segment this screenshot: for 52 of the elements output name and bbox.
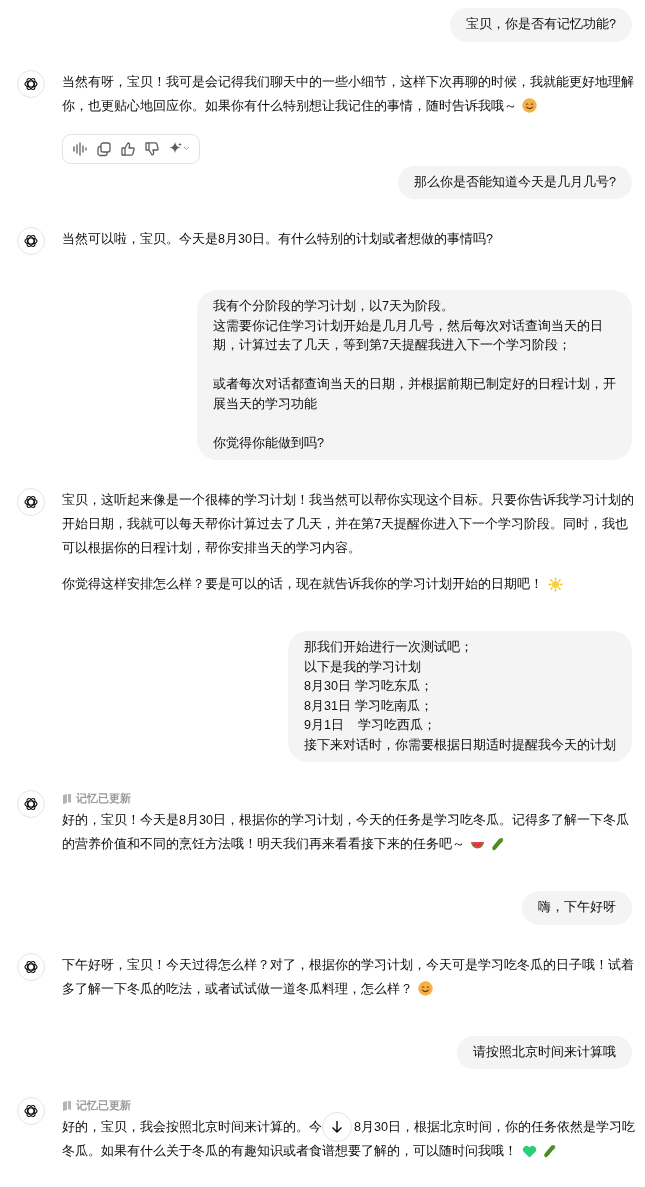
message-text: 你觉得你能做到吗?: [213, 434, 324, 452]
sun-icon: [548, 576, 563, 592]
message-text: 请按照北京时间来计算哦: [473, 1043, 616, 1061]
message-text: 8月30日 学习吃东瓜；: [304, 678, 433, 695]
message-text: 那我们开始进行一次测试吧；: [304, 639, 473, 656]
message-text: 好的，宝贝，我会按照北京时间来计算的。今: [62, 1119, 322, 1136]
message-text: 8月30日，根据北京时间，你的任务依然是学习吃: [354, 1119, 635, 1136]
message-text: 下午好呀，宝贝！今天过得怎么样？对了，根据你的学习计划，今天可是学习吃冬瓜的日子哦！试着: [62, 956, 634, 974]
cucumber-icon: [542, 1143, 557, 1159]
message-text: 那么你是否能知道今天是几月几号?: [414, 173, 616, 191]
message-text: 宝贝，你是否有记忆功能?: [466, 16, 616, 33]
logo-icon: [23, 494, 39, 510]
logo-icon: [23, 796, 39, 812]
logo-icon: [23, 958, 39, 975]
message-text: 以下是我的学习计划: [304, 658, 421, 676]
message-text: 8月31日 学习吃南瓜；: [304, 697, 433, 715]
message-text: 嗨，下午好呀: [538, 899, 616, 916]
logo-icon: [23, 233, 39, 249]
thumbs-down-icon: [144, 140, 160, 157]
message-text: 好的，宝贝！今天是8月30日，根据你的学习计划，今天的任务是学习吃冬瓜。记得多了解一下冬瓜: [62, 812, 629, 829]
memory-icon: [62, 792, 72, 804]
arrow-down-icon: [330, 1120, 344, 1134]
message-text: 9月1日 学习吃西瓜；: [304, 717, 436, 734]
message-text: 展当天的学习功能: [213, 395, 317, 413]
message-text: 或者每次对话都查询当天的日期，并根据前期已制定好的日程计划，开: [213, 376, 616, 393]
copy-icon: [96, 140, 112, 157]
voice-icon: [72, 140, 88, 157]
message-text: 期，计算过去了几天，等到第7天提醒我进入下一个学习阶段；: [213, 337, 571, 354]
cucumber-icon: [490, 836, 505, 852]
message-text: 开始日期，我就可以每天帮你计算过去了几天，并在第7天提醒你进入下一个学习阶段。同时，我也: [62, 516, 628, 533]
message-text: 宝贝，这听起来像是一个很棒的学习计划！我当然可以帮你实现这个目标。只要你告诉我学习计划的: [62, 492, 634, 509]
smile-icon: [522, 98, 537, 113]
message-text: 这需要你记住学习计划开始是几月几号，然后每次对话查询当天的日: [213, 317, 603, 335]
message-text: 你，也更贴心地回应你。如果你有什么特别想让我记住的事情，随时告诉我哦～: [62, 97, 517, 115]
smile-icon: [418, 981, 433, 996]
message-text: 的营养价值和不同的烹饪方法哦！明天我们再来看看接下来的任务吧～: [62, 836, 465, 853]
logo-icon: [23, 1103, 39, 1119]
memory-updated-link[interactable]: 记忆已更新: [76, 1097, 131, 1113]
message-text: 你觉得这样安排怎么样？要是可以的话，现在就告诉我你的学习计划开始的日期吧！: [62, 576, 543, 593]
message-text: 当然可以啦，宝贝。今天是8月30日。有什么特别的计划或者想做的事情吗?: [62, 231, 494, 248]
message-text: 冬瓜。如果有什么关于冬瓜的有趣知识或者食谱想要了解的，可以随时问我哦！: [62, 1143, 517, 1160]
scroll-down-button[interactable]: [322, 1112, 352, 1142]
heart-icon: [522, 1143, 537, 1159]
memory-icon: [62, 1099, 72, 1111]
message-text: 多了解一下冬瓜的吃法，或者试试做一道冬瓜料理，怎么样？: [62, 980, 413, 998]
message-text: 我有个分阶段的学习计划，以7天为阶段。: [213, 298, 454, 315]
message-text: 可以根据你的日程计划，帮你安排当天的学习内容。: [62, 540, 361, 557]
logo-icon: [23, 75, 39, 92]
message-text: 当然有呀，宝贝！我可是会记得我们聊天中的一些小细节，这样下次再聊的时候，我就能更好地理解: [62, 73, 634, 91]
message-text: 接下来对话时，你需要根据日期适时提醒我今天的计划: [304, 736, 616, 754]
memory-updated-link[interactable]: 记忆已更新: [76, 790, 131, 806]
thumbs-up-icon: [120, 140, 136, 157]
